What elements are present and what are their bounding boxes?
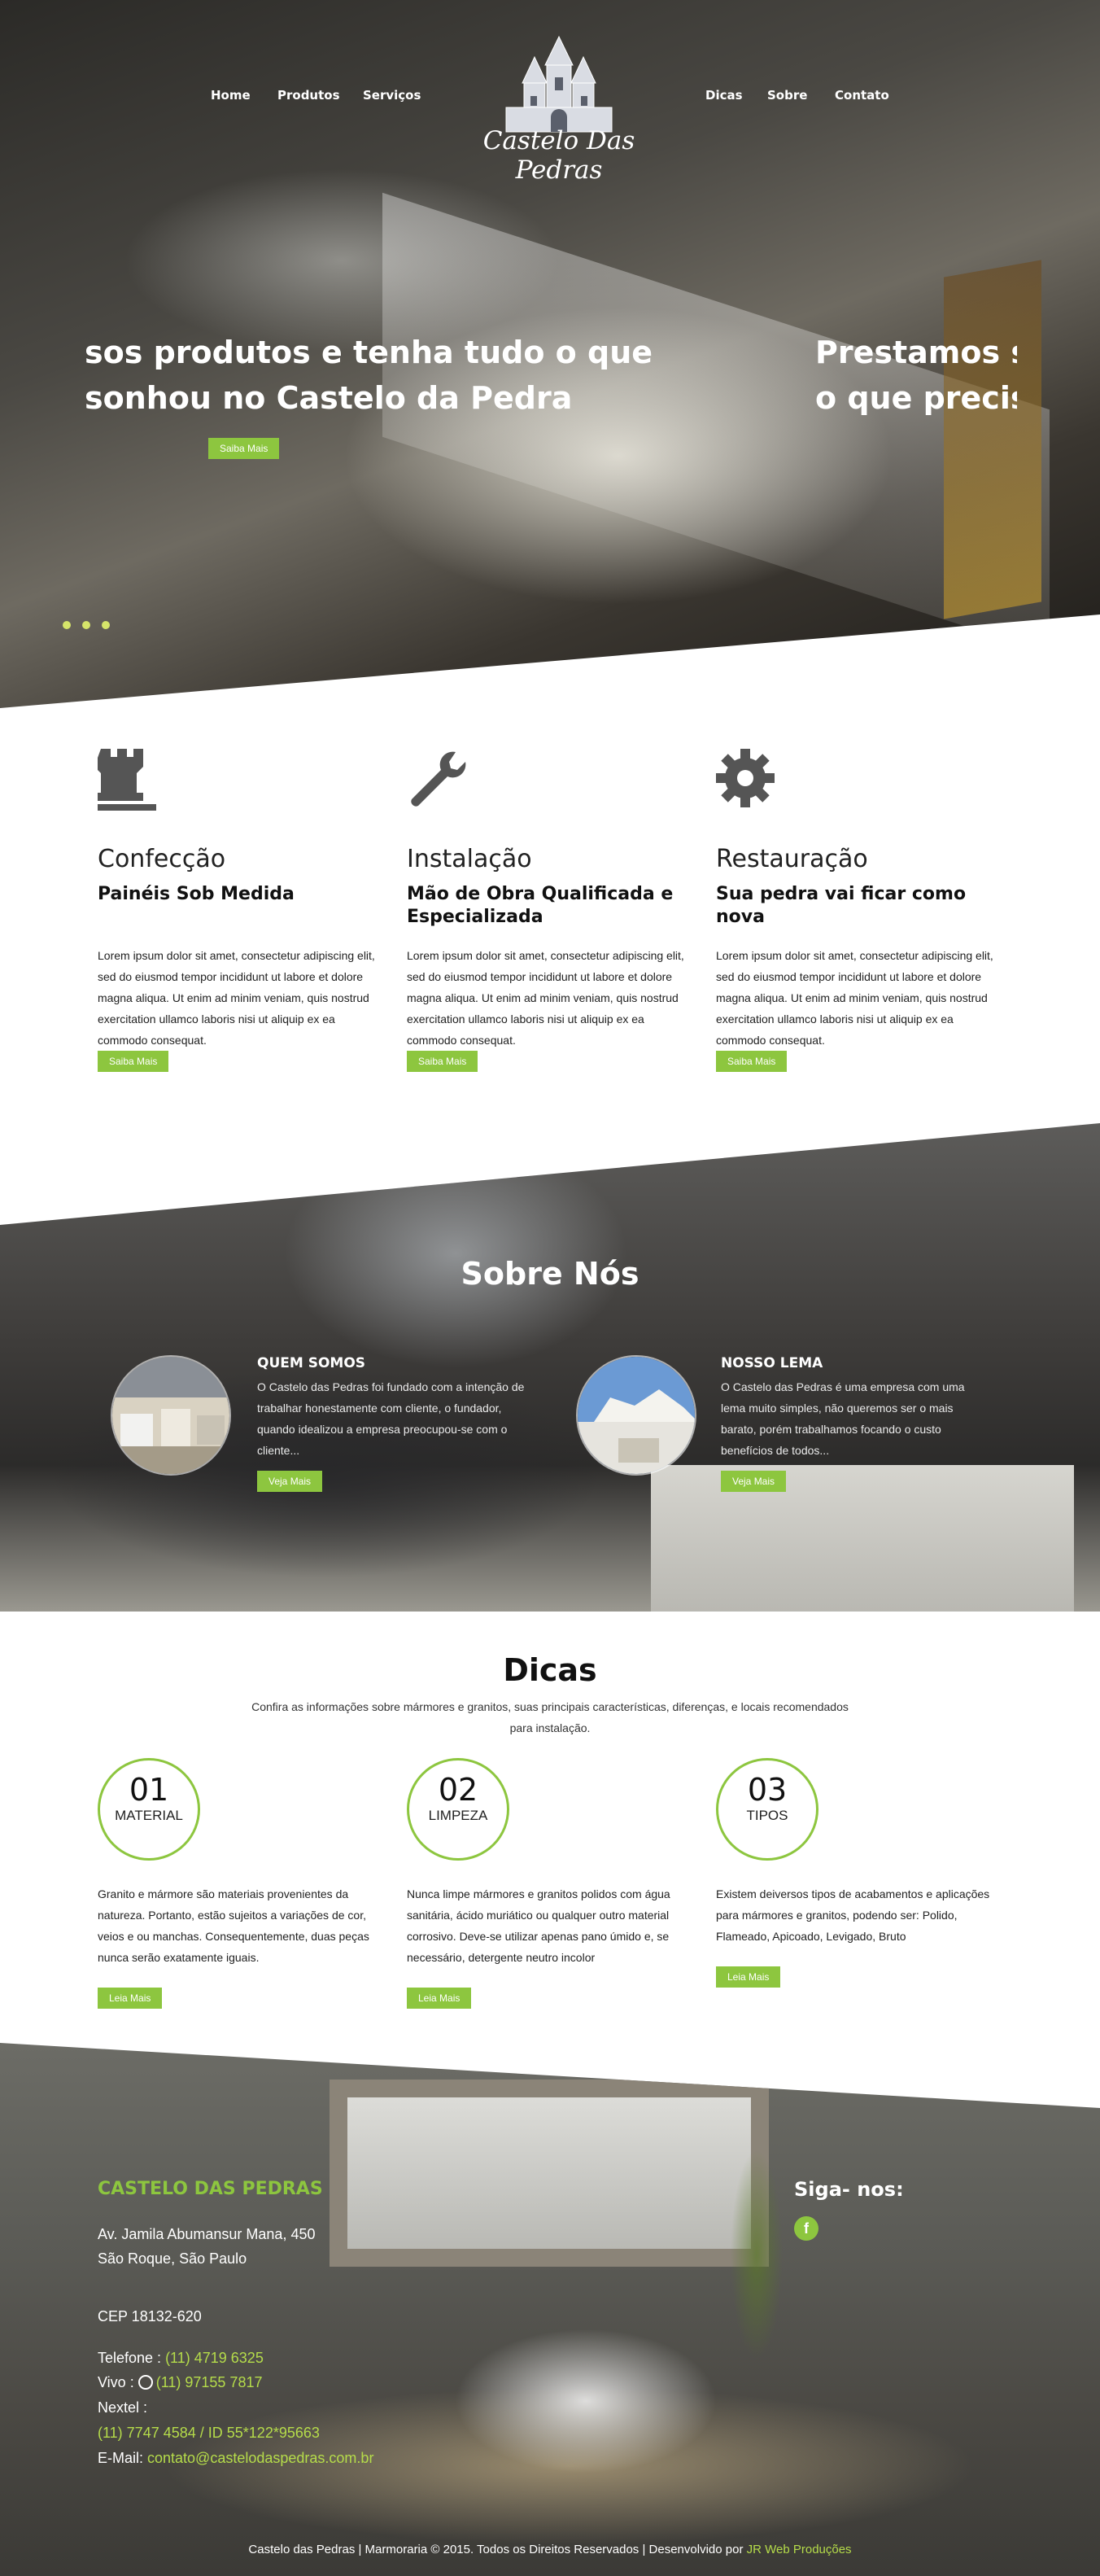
nosso-lema-text: O Castelo das Pedras é uma empresa com u… bbox=[721, 1380, 965, 1457]
service-saiba-mais-button[interactable]: Saiba Mais bbox=[98, 1051, 169, 1072]
service-text: Lorem ipsum dolor sit amet, consectetur … bbox=[407, 949, 684, 1047]
quem-somos-block: QUEM SOMOS O Castelo das Pedras foi fund… bbox=[257, 1355, 526, 1492]
tips-subtitle: Confira as informações sobre mármores e … bbox=[251, 1700, 849, 1734]
footer-address-2: São Roque, São Paulo bbox=[98, 2250, 247, 2267]
vivo-label: Vivo : bbox=[98, 2374, 138, 2390]
hero-next-slide-headline: Prestamos se o que precis bbox=[815, 330, 1017, 421]
service-saiba-mais-button[interactable]: Saiba Mais bbox=[407, 1051, 478, 1072]
tip-text: Granito e mármore são materiais provenie… bbox=[98, 1887, 369, 1964]
footer-nextel[interactable]: (11) 7747 4584 / ID 55*122*95663 bbox=[98, 2425, 320, 2442]
telefone-link[interactable]: (11) 4719 6325 bbox=[165, 2350, 264, 2366]
hero-next-line2: o que precis bbox=[815, 380, 1017, 416]
service-text: Lorem ipsum dolor sit amet, consectetur … bbox=[98, 949, 375, 1047]
telefone-label: Telefone : bbox=[98, 2350, 166, 2366]
tip-tipos: 03 TIPOS Existem deiversos tipos de acab… bbox=[716, 1758, 1001, 1988]
copyright-line: Castelo das Pedras | Marmoraria © 2015. … bbox=[0, 2543, 1100, 2556]
vivo-link[interactable]: (11) 97155 7817 bbox=[156, 2374, 263, 2390]
tip-label: MATERIAL bbox=[115, 1808, 183, 1823]
wrench-icon bbox=[407, 749, 692, 811]
nosso-lema-veja-mais-button[interactable]: Veja Mais bbox=[721, 1471, 787, 1492]
tip-number: 02 bbox=[438, 1772, 478, 1808]
service-confeccao: Confecção Painéis Sob Medida Lorem ipsum… bbox=[94, 749, 382, 1072]
service-instalacao: Instalação Mão de Obra Qualificada e Esp… bbox=[407, 749, 692, 1072]
footer-vivo: Vivo : (11) 97155 7817 bbox=[98, 2374, 262, 2391]
nosso-lema-image bbox=[576, 1355, 696, 1476]
hero-saiba-mais-button[interactable]: Saiba Mais bbox=[208, 438, 280, 459]
hero-cabinet bbox=[944, 260, 1041, 619]
quem-somos-image bbox=[111, 1355, 231, 1476]
tip-number: 03 bbox=[747, 1772, 788, 1808]
service-title: Restauração bbox=[716, 845, 868, 873]
nav-produtos[interactable]: Produtos bbox=[277, 88, 340, 103]
service-subtitle: Painéis Sob Medida bbox=[98, 884, 295, 904]
about-title: Sobre Nós bbox=[461, 1256, 639, 1292]
footer-brand: CASTELO DAS PEDRAS bbox=[98, 2179, 323, 2199]
gear-icon bbox=[716, 749, 1001, 811]
tips-title: Dicas bbox=[503, 1652, 597, 1688]
facebook-icon[interactable]: f bbox=[794, 2216, 818, 2241]
tip-leia-mais-button[interactable]: Leia Mais bbox=[407, 1988, 472, 2009]
nav-contato[interactable]: Contato bbox=[835, 88, 889, 103]
tip-number-circle: 02 LIMPEZA bbox=[407, 1758, 509, 1861]
tip-number-circle: 01 MATERIAL bbox=[98, 1758, 200, 1861]
nav-home[interactable]: Home bbox=[211, 88, 251, 103]
footer-email: E-Mail: contato@castelodaspedras.com.br bbox=[98, 2450, 373, 2467]
footer-telefone: Telefone : (11) 4719 6325 bbox=[98, 2350, 264, 2367]
email-label: E-Mail: bbox=[98, 2450, 148, 2466]
service-subtitle: Sua pedra vai ficar como nova bbox=[716, 884, 967, 927]
tip-label: LIMPEZA bbox=[428, 1808, 488, 1823]
rook-icon bbox=[94, 749, 382, 811]
whatsapp-icon bbox=[138, 2375, 153, 2390]
nosso-lema-block: NOSSO LEMA O Castelo das Pedras é uma em… bbox=[721, 1355, 989, 1492]
footer-plant bbox=[700, 2108, 814, 2401]
tip-label: TIPOS bbox=[746, 1808, 788, 1823]
hero-headline-line2: sonhou no Castelo da Pedra bbox=[85, 380, 573, 416]
developer-link[interactable]: JR Web Produções bbox=[747, 2543, 852, 2556]
quem-somos-text: O Castelo das Pedras foi fundado com a i… bbox=[257, 1380, 525, 1457]
quem-somos-veja-mais-button[interactable]: Veja Mais bbox=[257, 1471, 323, 1492]
tip-text: Nunca limpe mármores e granitos polidos … bbox=[407, 1887, 670, 1964]
logo-text: Castelo Das Pedras bbox=[482, 126, 635, 185]
carousel-dot-3[interactable] bbox=[102, 621, 110, 629]
tip-material: 01 MATERIAL Granito e mármore são materi… bbox=[98, 1758, 382, 2009]
service-title: Confecção bbox=[98, 845, 226, 873]
footer-nextel-label: Nextel : bbox=[98, 2399, 148, 2416]
hero-slide-headline: sos produtos e tenha tudo o que sonhou n… bbox=[85, 330, 653, 421]
tip-number: 01 bbox=[129, 1772, 169, 1808]
copyright-text: Castelo das Pedras | Marmoraria © 2015. … bbox=[248, 2543, 747, 2556]
nav-dicas[interactable]: Dicas bbox=[705, 88, 743, 103]
hero-next-line1: Prestamos se bbox=[815, 335, 1017, 370]
tip-number-circle: 03 TIPOS bbox=[716, 1758, 818, 1861]
quem-somos-heading: QUEM SOMOS bbox=[257, 1355, 366, 1371]
service-saiba-mais-button[interactable]: Saiba Mais bbox=[716, 1051, 788, 1072]
footer-follow-title: Siga- nos: bbox=[794, 2178, 904, 2201]
service-subtitle: Mão de Obra Qualificada e Especializada bbox=[407, 884, 674, 927]
nav-servicos[interactable]: Serviços bbox=[363, 88, 421, 103]
footer-cep: CEP 18132-620 bbox=[98, 2308, 202, 2325]
nosso-lema-heading: NOSSO LEMA bbox=[721, 1355, 823, 1371]
carousel-dot-2[interactable] bbox=[82, 621, 90, 629]
service-title: Instalação bbox=[407, 845, 532, 873]
service-text: Lorem ipsum dolor sit amet, consectetur … bbox=[716, 949, 993, 1047]
nav-sobre[interactable]: Sobre bbox=[767, 88, 807, 103]
carousel-dot-1[interactable] bbox=[63, 621, 71, 629]
email-link[interactable]: contato@castelodaspedras.com.br bbox=[147, 2450, 373, 2466]
footer-address-1: Av. Jamila Abumansur Mana, 450 bbox=[98, 2226, 316, 2242]
hero-headline-line1: sos produtos e tenha tudo o que bbox=[85, 335, 653, 370]
tip-leia-mais-button[interactable]: Leia Mais bbox=[716, 1966, 781, 1988]
tip-leia-mais-button[interactable]: Leia Mais bbox=[98, 1988, 163, 2009]
tip-limpeza: 02 LIMPEZA Nunca limpe mármores e granit… bbox=[407, 1758, 692, 2009]
service-restauracao: Restauração Sua pedra vai ficar como nov… bbox=[716, 749, 1001, 1072]
tip-text: Existem deiversos tipos de acabamentos e… bbox=[716, 1887, 990, 1943]
